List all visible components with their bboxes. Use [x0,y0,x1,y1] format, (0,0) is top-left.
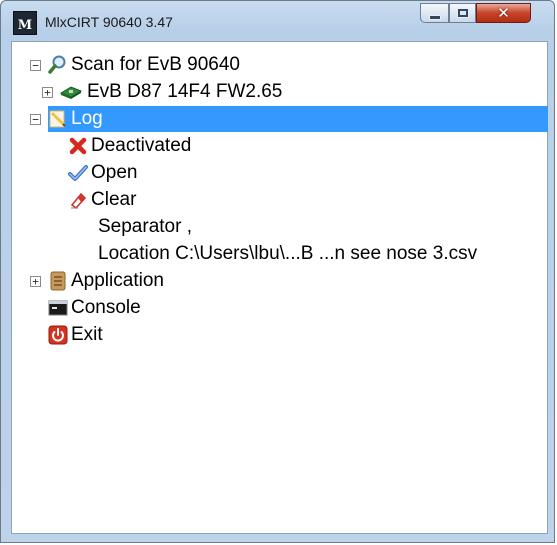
tree-item-label: Exit [71,324,103,345]
device-expander-toggle[interactable]: + [42,87,53,98]
power-icon [48,325,68,345]
tree-item-location[interactable]: Location C:\Users\lbu\...B ...n see nose… [98,241,477,267]
application-expander-toggle[interactable]: + [30,276,41,287]
window-title: MlxCIRT 90640 3.47 [45,14,173,30]
minimize-icon [428,14,441,20]
close-icon: ✕ [497,4,510,22]
tree-item-device[interactable]: EvB D87 14F4 FW2.65 [58,79,282,105]
checkmark-icon [68,163,88,183]
minimize-button[interactable] [420,3,449,23]
tree-item-label: Location C:\Users\lbu\...B ...n see nose… [98,243,478,264]
tree-item-label: Log [71,108,103,129]
tree-item-label: Separator , [98,216,192,237]
tree-item-label: Console [71,297,141,318]
tree-item-label: Application [71,270,164,291]
maximize-icon [457,9,468,17]
tree-view: − Scan for EvB 90640 + EvB D87 14F4 FW2.… [12,42,548,533]
tree-item-application[interactable]: Application [48,268,164,294]
tree-item-label: Scan for EvB 90640 [71,54,240,75]
console-icon [48,298,68,318]
tree-panel: − Scan for EvB 90640 + EvB D87 14F4 FW2.… [11,41,548,534]
app-logo-icon[interactable]: M [13,11,37,35]
pencil-log-icon [48,109,68,129]
book-icon [48,271,68,291]
tree-item-deactivated[interactable]: Deactivated [68,133,191,159]
tree-item-label: Deactivated [91,135,192,156]
tree-item-scan[interactable]: Scan for EvB 90640 [48,52,240,78]
tree-item-exit[interactable]: Exit [48,322,103,348]
red-x-icon [68,136,88,156]
tree-item-label: Clear [91,189,137,210]
tree-item-log[interactable]: Log [48,106,548,132]
tree-item-open[interactable]: Open [68,160,137,186]
tree-item-label: EvB D87 14F4 FW2.65 [87,81,283,102]
eraser-icon [68,190,88,210]
maximize-button[interactable] [449,3,476,23]
tree-item-clear[interactable]: Clear [68,187,136,213]
scan-expander-toggle[interactable]: − [30,60,41,71]
board-icon [58,82,84,102]
log-expander-toggle[interactable]: − [30,114,41,125]
magnifier-icon [48,55,68,75]
tree-item-separator[interactable]: Separator , [98,214,192,240]
close-button[interactable]: ✕ [476,3,531,23]
app-window: M MlxCIRT 90640 3.47 ✕ − Scan for EvB 90… [0,0,555,543]
tree-item-label: Open [91,162,138,183]
title-bar[interactable]: M MlxCIRT 90640 3.47 ✕ [1,1,554,41]
tree-item-console[interactable]: Console [48,295,141,321]
